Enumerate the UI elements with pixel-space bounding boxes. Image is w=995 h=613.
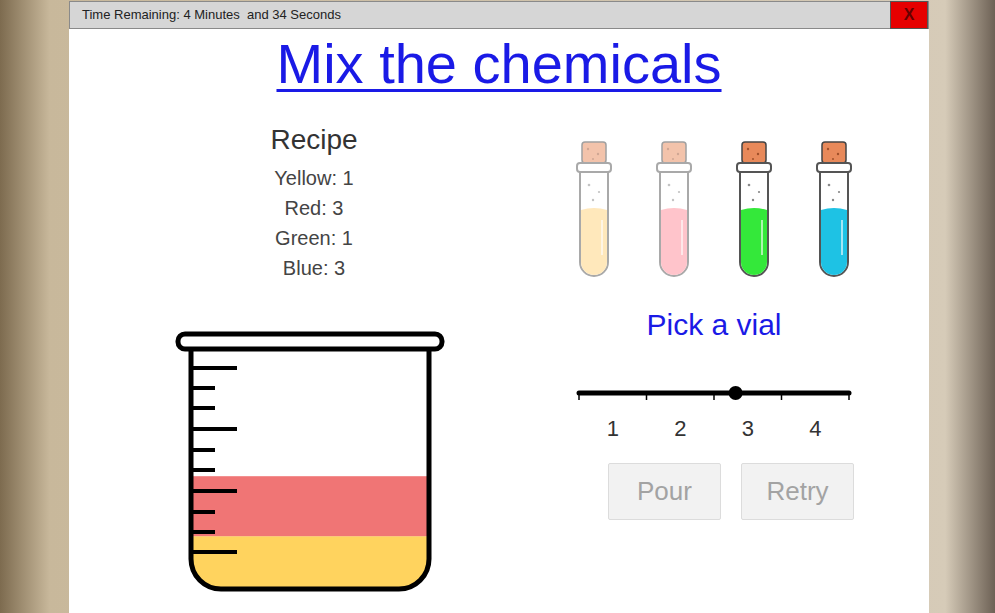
game-screen: Time Remaining: 4 Minutes and 34 Seconds… [0,0,995,613]
slider-label: 3 [714,415,782,443]
recipe-item: Blue: 3 [283,253,345,283]
recipe-item: Green: 1 [275,223,353,253]
heading: Mix the chemicals [69,29,929,97]
liquid-layer [191,476,429,536]
slider-label: 4 [782,415,850,443]
action-button[interactable]: Pour [608,463,721,520]
vial-icon[interactable] [569,140,619,280]
prompt: Pick a vial [559,305,869,345]
beaker-icon [175,331,445,593]
slider-label: 2 [647,415,715,443]
game-body: Mix the chemicals Recipe Yellow: 1Red: 3Gr… [69,29,929,613]
recipe-title: Recipe [270,122,357,158]
content: Recipe Yellow: 1Red: 3Green: 1Blue: 3 Pick… [69,97,929,593]
vial-row [559,140,869,280]
recipe-list: Yellow: 1Red: 3Green: 1Blue: 3 [274,163,353,283]
slider-thumb[interactable] [729,386,743,400]
game-window: Time Remaining: 4 Minutes and 34 Seconds… [69,1,929,613]
vial-slider[interactable] [576,378,852,408]
right-column: Pick a vial 1234 Pour Retry [559,97,869,593]
left-column: Recipe Yellow: 1Red: 3Green: 1Blue: 3 [69,97,559,593]
close-button[interactable]: X [890,1,928,29]
slider-labels: 1234 [579,415,849,443]
title-bar: Time Remaining: 4 Minutes and 34 Seconds… [69,1,929,29]
recipe-item: Yellow: 1 [274,163,353,193]
vial-icon[interactable] [649,140,699,280]
recipe-item: Red: 3 [285,193,344,223]
vial-icon[interactable] [729,140,779,280]
button-row: Pour Retry [559,463,869,520]
liquid-layer [191,536,429,589]
slider-label: 1 [579,415,647,443]
timer-text: Time Remaining: 4 Minutes and 34 Seconds [70,5,341,25]
vial-icon[interactable] [809,140,859,280]
action-button[interactable]: Retry [741,463,854,520]
